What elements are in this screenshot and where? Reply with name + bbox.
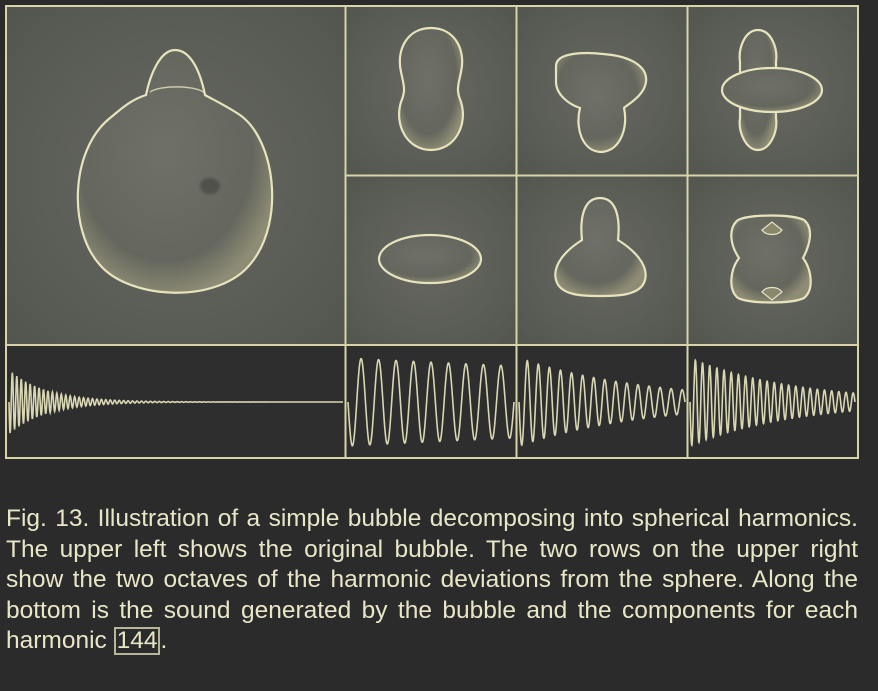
- figure-caption: Fig. 13. Illustration of a simple bubble…: [6, 504, 858, 657]
- bubble-harmonics-figure: [0, 0, 878, 470]
- caption-end: .: [160, 627, 168, 654]
- horizontal-capsule-shape: [377, 233, 483, 285]
- vertical-peanut-shape: [398, 26, 464, 152]
- citation-link[interactable]: 144: [113, 627, 161, 655]
- pinched-block-shape: [730, 214, 812, 304]
